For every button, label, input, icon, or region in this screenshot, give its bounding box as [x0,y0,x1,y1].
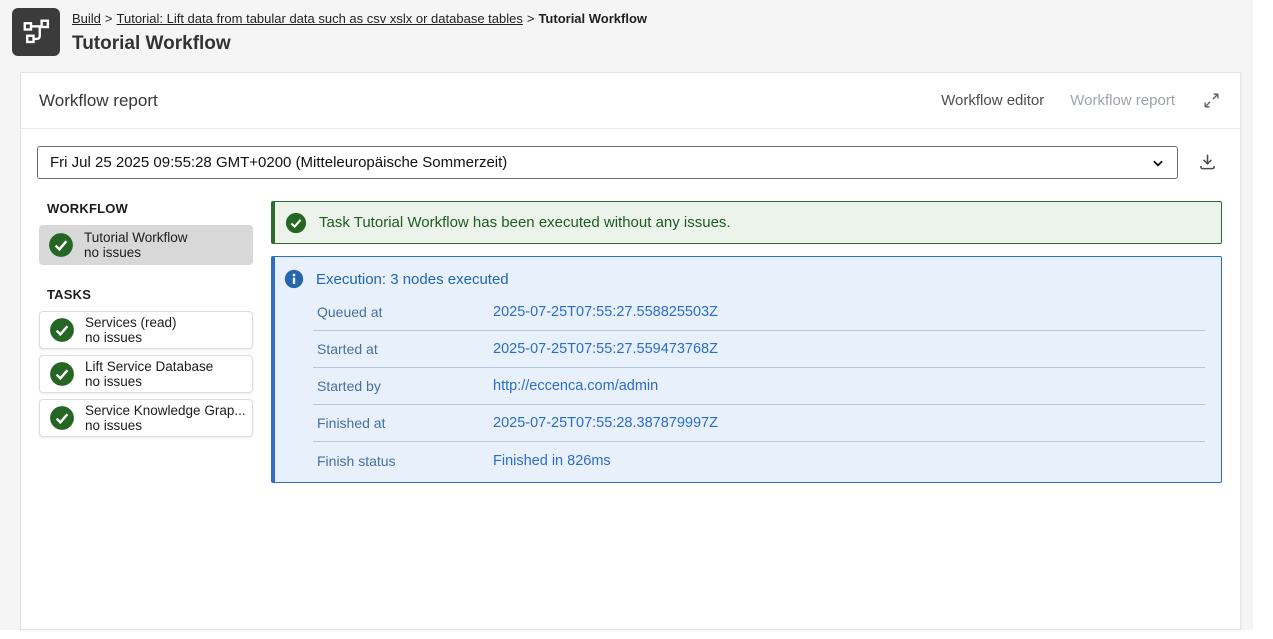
breadcrumb-separator: > [527,11,535,26]
workflow-graph-icon [12,8,60,56]
report-main-column: Task Tutorial Workflow has been executed… [271,201,1222,483]
success-message: Task Tutorial Workflow has been executed… [319,214,731,231]
table-row: Finish status Finished in 826ms [313,442,1205,479]
node-item-text: Lift Service Database no issues [85,359,213,389]
success-check-icon [49,317,75,343]
row-value: 2025-07-25T07:55:28.387879997Z [493,415,718,431]
page-title: Tutorial Workflow [72,33,647,55]
breadcrumb-item-build[interactable]: Build [72,11,101,26]
table-row: Started by http://eccenca.com/admin [313,368,1205,405]
report-content: WORKFLOW Tutorial Workflow no issues TAS… [21,201,1240,483]
node-item-subtitle: no issues [84,245,188,260]
node-item-title: Tutorial Workflow [84,230,188,245]
execution-date-select[interactable]: Fri Jul 25 2025 09:55:28 GMT+0200 (Mitte… [37,146,1178,179]
success-banner: Task Tutorial Workflow has been executed… [271,201,1222,244]
row-label: Started at [317,341,493,357]
info-icon [284,269,304,289]
sidebar-item-service-knowledge-graph[interactable]: Service Knowledge Grap... no issues [39,399,253,437]
sidebar-item-lift-service-database[interactable]: Lift Service Database no issues [39,355,253,393]
breadcrumb-separator: > [105,11,113,26]
card-header: Workflow report Workflow editor Workflow… [21,73,1240,129]
node-item-subtitle: no issues [85,374,213,389]
sidebar-item-services-read[interactable]: Services (read) no issues [39,311,253,349]
row-label: Queued at [317,304,493,320]
tab-workflow-report[interactable]: Workflow report [1070,92,1175,109]
node-item-text: Service Knowledge Grap... no issues [85,403,246,433]
success-check-icon [285,212,307,234]
chevron-down-icon [1151,156,1165,170]
node-item-text: Services (read) no issues [85,315,177,345]
success-check-icon [49,361,75,387]
breadcrumb-item-project[interactable]: Tutorial: Lift data from tabular data su… [117,11,523,26]
node-item-subtitle: no issues [85,418,246,433]
node-item-title: Service Knowledge Grap... [85,403,246,418]
header-text-block: Build > Tutorial: Lift data from tabular d… [72,8,647,55]
node-item-title: Services (read) [85,315,177,330]
success-check-icon [48,232,74,258]
node-item-text: Tutorial Workflow no issues [84,230,188,260]
card-title: Workflow report [39,91,158,111]
tasks-section-heading: TASKS [47,287,253,302]
execution-summary-title: Execution: 3 nodes executed [316,271,509,288]
table-row: Queued at 2025-07-25T07:55:27.558825503Z [313,294,1205,331]
row-value: http://eccenca.com/admin [493,378,658,394]
row-label: Finished at [317,415,493,431]
workflow-report-page: Build > Tutorial: Lift data from tabular d… [0,0,1273,639]
row-value: 2025-07-25T07:55:27.558825503Z [493,304,718,320]
table-row: Finished at 2025-07-25T07:55:28.38787999… [313,405,1205,442]
execution-summary-header: Execution: 3 nodes executed [284,267,1213,291]
node-item-title: Lift Service Database [85,359,213,374]
execution-date-value: Fri Jul 25 2025 09:55:28 GMT+0200 (Mitte… [50,154,1151,171]
node-item-subtitle: no issues [85,330,177,345]
workflow-section-heading: WORKFLOW [47,201,253,216]
open-in-full-icon[interactable] [1201,90,1222,111]
app-header: Build > Tutorial: Lift data from tabular d… [12,8,647,56]
execution-details-table: Queued at 2025-07-25T07:55:27.558825503Z… [313,294,1205,479]
execution-summary-panel: Execution: 3 nodes executed Queued at 20… [271,256,1222,483]
download-icon[interactable] [1190,148,1224,178]
row-value: Finished in 826ms [493,453,611,469]
sidebar-item-tutorial-workflow[interactable]: Tutorial Workflow no issues [39,225,253,265]
tab-workflow-editor[interactable]: Workflow editor [941,92,1044,109]
view-switch: Workflow editor Workflow report [941,90,1222,111]
row-label: Started by [317,378,493,394]
row-label: Finish status [317,453,493,469]
row-value: 2025-07-25T07:55:27.559473768Z [493,341,718,357]
table-row: Started at 2025-07-25T07:55:27.559473768… [313,331,1205,368]
success-check-icon [49,405,75,431]
report-toolbar: Fri Jul 25 2025 09:55:28 GMT+0200 (Mitte… [21,146,1240,179]
workflow-report-card: Workflow report Workflow editor Workflow… [20,72,1241,630]
breadcrumb: Build > Tutorial: Lift data from tabular d… [72,10,647,27]
breadcrumb-item-current: Tutorial Workflow [538,11,647,26]
node-sidebar: WORKFLOW Tutorial Workflow no issues TAS… [39,201,253,483]
